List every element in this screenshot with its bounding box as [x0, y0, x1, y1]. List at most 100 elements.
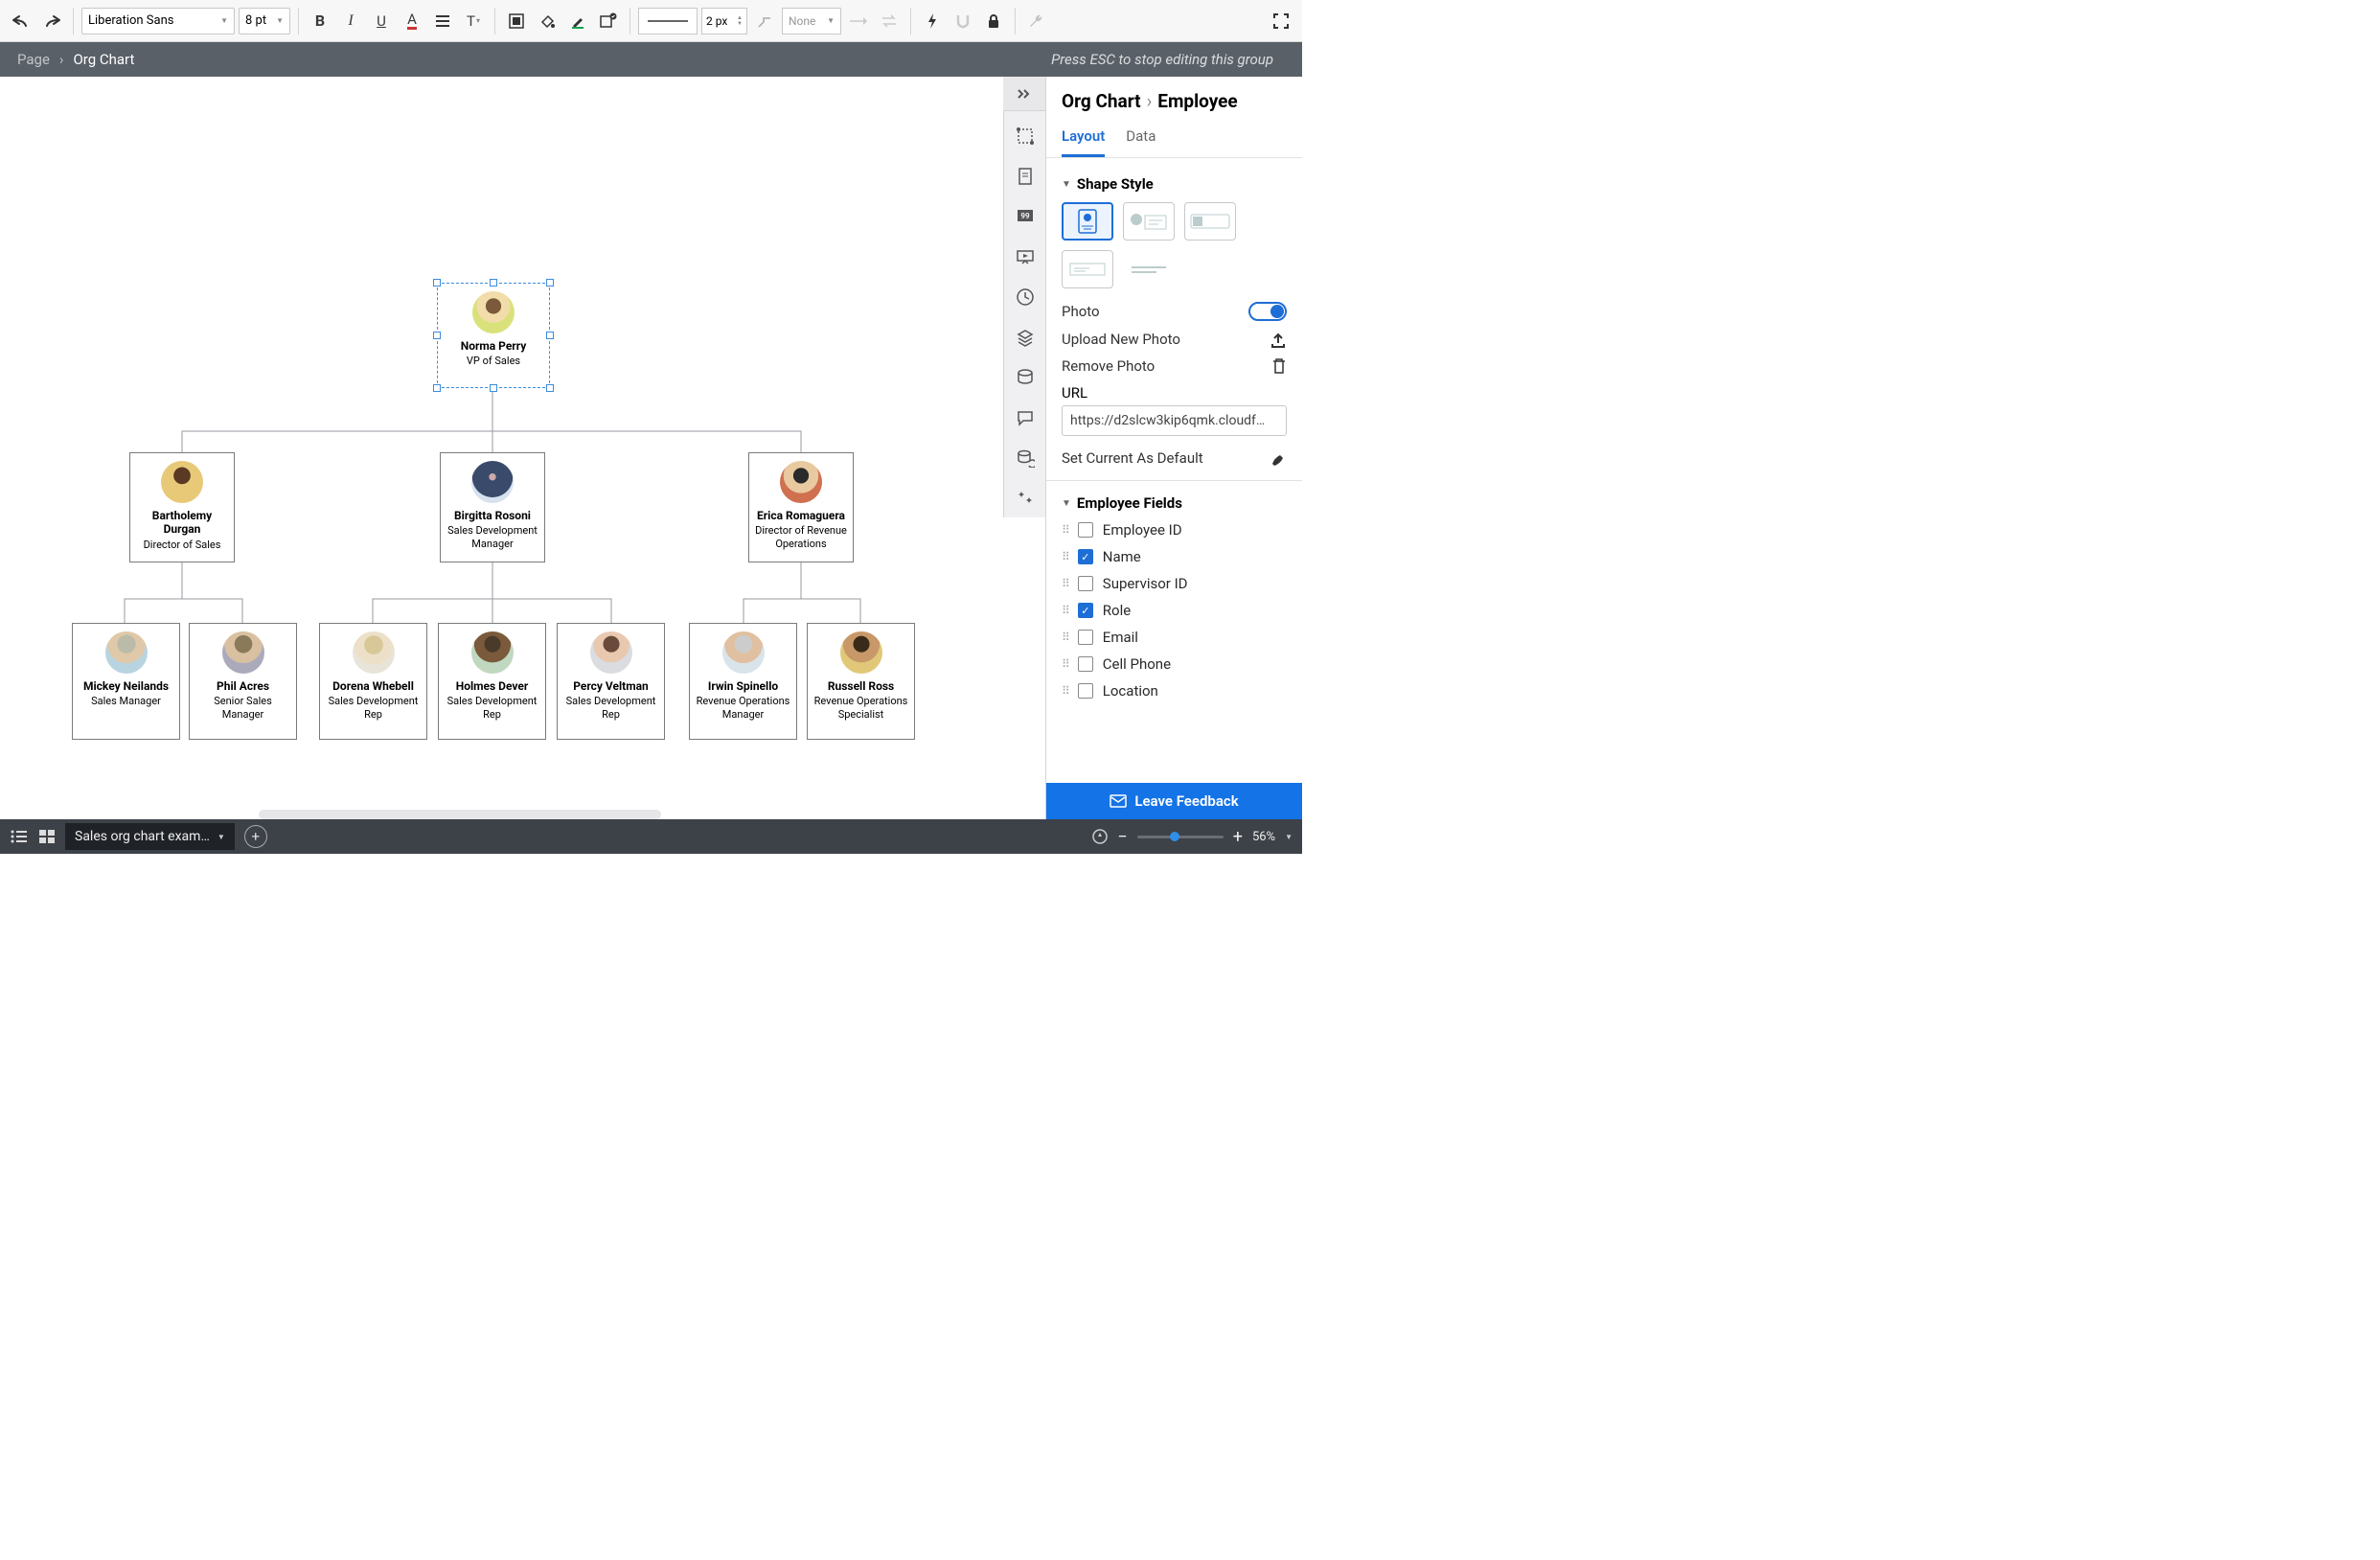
employee-field-row: ⠿Name — [1062, 548, 1287, 565]
font-size-select[interactable]: 8 pt▼ — [239, 8, 290, 34]
org-node[interactable]: Irwin SpinelloRevenue Operations Manager — [689, 623, 797, 740]
lock-icon[interactable] — [980, 8, 1007, 34]
node-role: VP of Sales — [467, 355, 520, 368]
list-view-icon[interactable] — [10, 829, 29, 844]
avatar — [840, 631, 882, 674]
drag-handle-icon[interactable]: ⠿ — [1062, 550, 1068, 563]
shape-style-pill[interactable] — [1184, 202, 1236, 241]
dock-history-icon[interactable] — [1010, 278, 1041, 316]
endpoint-start-select[interactable]: None▼ — [782, 8, 841, 34]
magnet-icon[interactable] — [950, 8, 976, 34]
dock-db-refresh-icon[interactable] — [1010, 439, 1041, 477]
field-checkbox[interactable] — [1078, 549, 1093, 564]
trash-icon[interactable] — [1271, 357, 1287, 375]
zoom-reset-icon[interactable] — [1092, 829, 1108, 844]
top-toolbar: Liberation Sans▼ 8 pt▼ B I U A T▾ 2 px▲▼… — [0, 0, 1302, 42]
undo-button[interactable] — [8, 8, 34, 34]
avatar — [353, 631, 395, 674]
add-page-button[interactable]: + — [244, 825, 267, 848]
tab-layout[interactable]: Layout — [1062, 120, 1105, 157]
font-family-value: Liberation Sans — [88, 13, 174, 28]
breadcrumb-group[interactable]: Org Chart — [73, 51, 134, 68]
leave-feedback-button[interactable]: Leave Feedback — [1046, 783, 1302, 819]
shape-style-card-horizontal[interactable] — [1123, 202, 1175, 241]
shape-style-card-vertical[interactable] — [1062, 202, 1113, 241]
line-style-select[interactable] — [638, 8, 698, 34]
org-node[interactable]: Phil AcresSenior Sales Manager — [189, 623, 297, 740]
dock-magic-icon[interactable] — [1010, 479, 1041, 517]
swap-ends-button[interactable] — [876, 8, 903, 34]
shape-style-box[interactable] — [1062, 250, 1113, 288]
field-checkbox[interactable] — [1078, 683, 1093, 699]
upload-icon[interactable] — [1270, 331, 1287, 348]
dock-chat-icon[interactable] — [1010, 399, 1041, 437]
org-node[interactable]: Birgitta Rosoni Sales Development Manage… — [440, 452, 545, 562]
org-node[interactable]: Erica Romaguera Director of Revenue Oper… — [748, 452, 854, 562]
font-family-select[interactable]: Liberation Sans▼ — [81, 8, 235, 34]
document-tab[interactable]: Sales org chart exam…▼ — [65, 823, 235, 850]
dock-page-icon[interactable] — [1010, 157, 1041, 195]
zoom-in-button[interactable]: + — [1233, 827, 1243, 847]
underline-button[interactable]: U — [368, 8, 395, 34]
section-employee-fields[interactable]: ▼Employee Fields — [1062, 494, 1287, 512]
org-node[interactable]: Bartholemy Durgan Director of Sales — [129, 452, 235, 562]
redo-button[interactable] — [38, 8, 65, 34]
border-color-button[interactable] — [564, 8, 591, 34]
dock-layers-icon[interactable] — [1010, 318, 1041, 356]
arrow-end-button[interactable] — [845, 8, 872, 34]
org-node[interactable]: Holmes DeverSales Development Rep — [438, 623, 546, 740]
fill-button[interactable] — [503, 8, 530, 34]
zoom-out-button[interactable]: − — [1117, 827, 1127, 847]
org-node-selected[interactable]: Norma Perry VP of Sales — [437, 283, 550, 388]
fullscreen-icon[interactable] — [1268, 8, 1294, 34]
shape-options-button[interactable] — [595, 8, 622, 34]
breadcrumb-page[interactable]: Page — [17, 51, 50, 68]
drag-handle-icon[interactable]: ⠿ — [1062, 631, 1068, 644]
canvas[interactable]: Norma Perry VP of Sales Bartholemy Durga… — [0, 77, 1003, 819]
feedback-label: Leave Feedback — [1134, 792, 1238, 810]
photo-url-input[interactable] — [1062, 405, 1287, 436]
org-node[interactable]: Percy VeltmanSales Development Rep — [557, 623, 665, 740]
org-node[interactable]: Dorena WhebellSales Development Rep — [319, 623, 427, 740]
section-shape-style[interactable]: ▼Shape Style — [1062, 175, 1287, 193]
shape-style-lines[interactable] — [1123, 250, 1175, 288]
node-name: Holmes Dever — [456, 679, 529, 693]
zoom-slider[interactable] — [1137, 836, 1224, 838]
panel-collapse-button[interactable] — [1003, 77, 1045, 111]
dock-transform-icon[interactable] — [1010, 117, 1041, 155]
align-button[interactable] — [429, 8, 456, 34]
italic-button[interactable]: I — [337, 8, 364, 34]
drag-handle-icon[interactable]: ⠿ — [1062, 523, 1068, 537]
drag-handle-icon[interactable]: ⠿ — [1062, 657, 1068, 671]
bucket-icon[interactable] — [534, 8, 561, 34]
dock-comment-icon[interactable]: 99 — [1010, 197, 1041, 236]
drag-handle-icon[interactable]: ⠿ — [1062, 684, 1068, 698]
dock-data-icon[interactable] — [1010, 358, 1041, 397]
field-checkbox[interactable] — [1078, 630, 1093, 645]
line-width-select[interactable]: 2 px▲▼ — [701, 8, 747, 34]
field-checkbox[interactable] — [1078, 603, 1093, 618]
node-role: Revenue Operations Specialist — [813, 695, 908, 722]
field-checkbox[interactable] — [1078, 576, 1093, 591]
bold-button[interactable]: B — [307, 8, 333, 34]
horizontal-scrollbar[interactable] — [259, 810, 661, 819]
panel-title: Org Chart › Employee — [1046, 77, 1302, 120]
dock-present-icon[interactable] — [1010, 238, 1041, 276]
drag-handle-icon[interactable]: ⠿ — [1062, 604, 1068, 617]
org-node[interactable]: Russell RossRevenue Operations Specialis… — [807, 623, 915, 740]
bolt-icon[interactable] — [919, 8, 946, 34]
employee-field-row: ⠿Email — [1062, 629, 1287, 646]
grid-view-icon[interactable] — [38, 829, 56, 844]
wrench-icon[interactable] — [1023, 8, 1050, 34]
text-options-button[interactable]: T▾ — [460, 8, 487, 34]
field-checkbox[interactable] — [1078, 522, 1093, 538]
field-checkbox[interactable] — [1078, 656, 1093, 672]
photo-toggle[interactable] — [1248, 302, 1287, 321]
drag-handle-icon[interactable]: ⠿ — [1062, 577, 1068, 590]
tab-data[interactable]: Data — [1126, 120, 1156, 157]
avatar — [222, 631, 264, 674]
text-color-button[interactable]: A — [399, 8, 425, 34]
brush-icon[interactable] — [1270, 449, 1287, 467]
line-shape-button[interactable] — [751, 8, 778, 34]
org-node[interactable]: Mickey NeilandsSales Manager — [72, 623, 180, 740]
